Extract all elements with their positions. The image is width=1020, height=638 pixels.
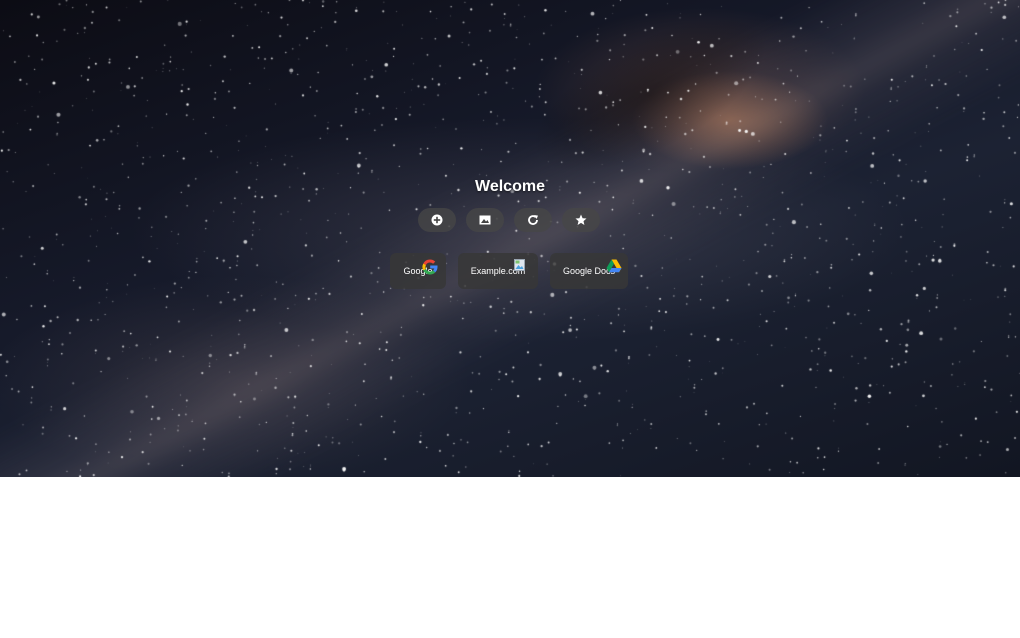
image-icon <box>479 215 491 225</box>
welcome-heading: Welcome <box>475 178 545 195</box>
refresh-icon <box>528 215 538 225</box>
refresh-button[interactable] <box>514 208 552 232</box>
favorite-button[interactable] <box>562 208 600 232</box>
star-icon <box>575 214 587 225</box>
shortcut-links: Google Example.com Google Docs <box>390 253 628 289</box>
background-image <box>0 0 1020 477</box>
shortcut-google-docs[interactable]: Google Docs <box>550 253 628 289</box>
google-icon <box>422 259 438 275</box>
google-drive-icon <box>606 259 622 273</box>
shortcut-example[interactable]: Example.com <box>458 253 538 289</box>
shortcut-google[interactable]: Google <box>390 253 446 289</box>
change-background-button[interactable] <box>466 208 504 232</box>
starfield <box>0 0 1020 477</box>
broken-image-icon <box>514 259 525 271</box>
toolbar <box>418 208 600 232</box>
add-circle-icon <box>431 214 443 226</box>
add-button[interactable] <box>418 208 456 232</box>
